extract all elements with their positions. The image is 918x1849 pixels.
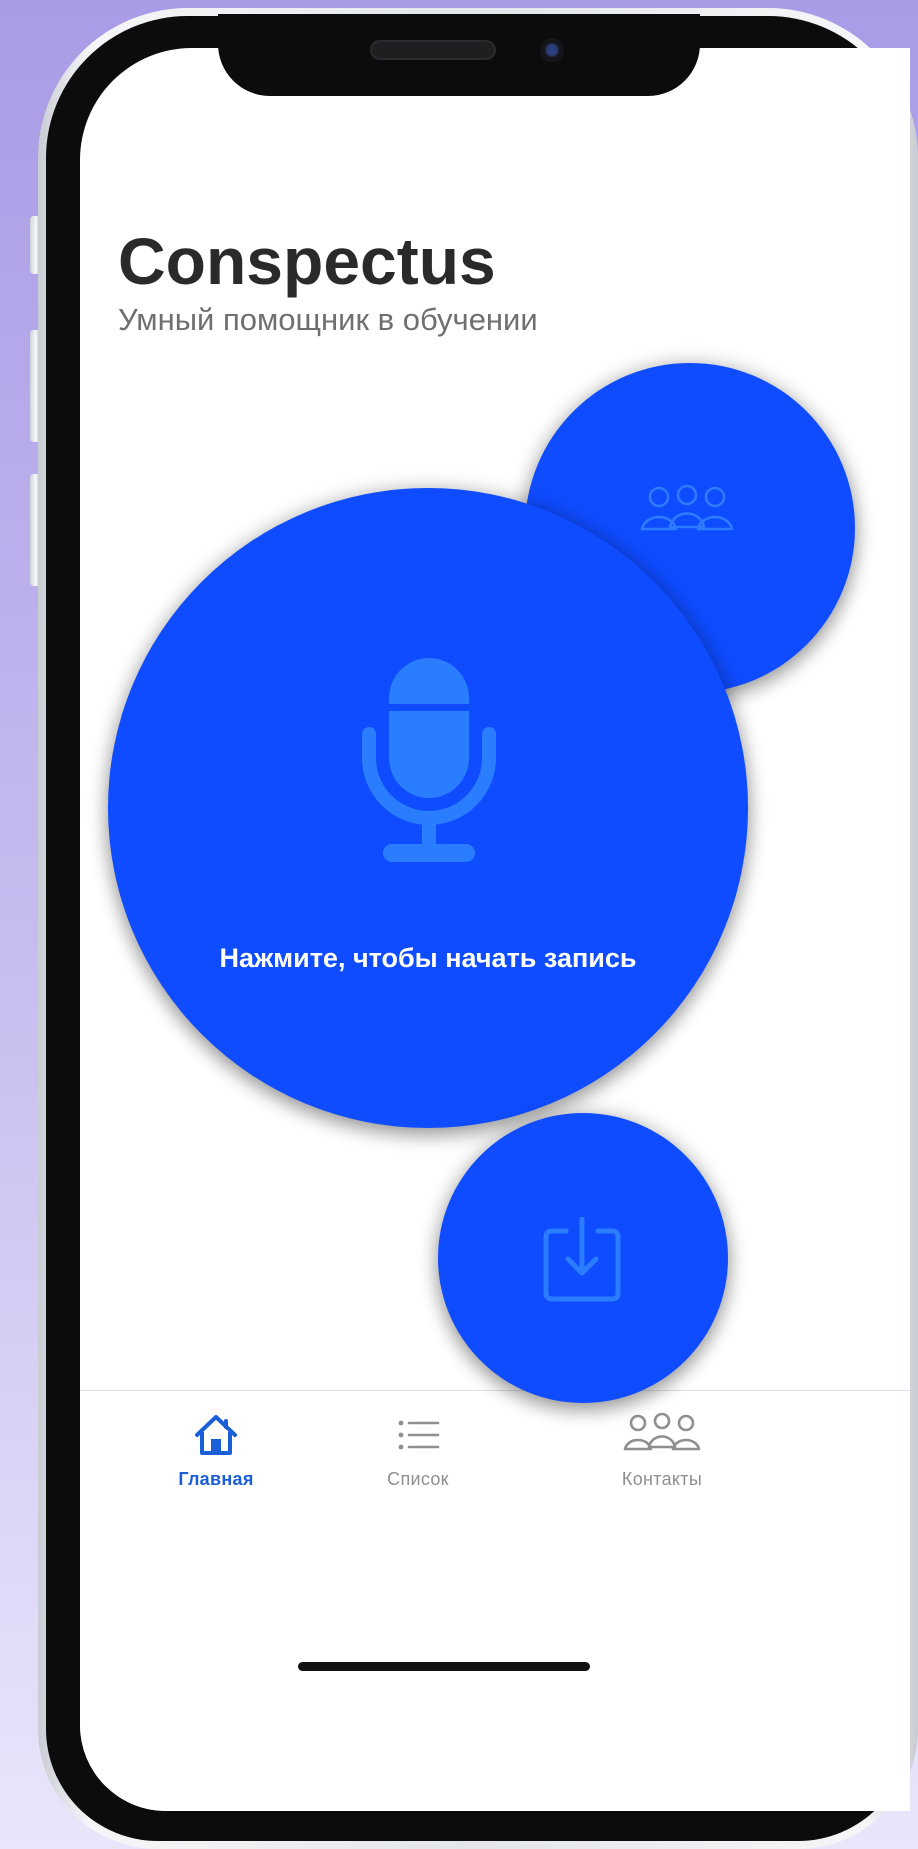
tab-contacts[interactable]: Контакты: [562, 1391, 762, 1501]
tab-contacts-label: Контакты: [621, 1469, 703, 1489]
house-icon: [195, 1415, 237, 1455]
record-label: Нажмите, чтобы начать запись: [219, 943, 637, 973]
phone-notch: [218, 14, 700, 96]
app-subtitle: Умный помощник в обучении: [118, 302, 538, 337]
import-bubble-button[interactable]: [438, 1113, 728, 1403]
phone-frame: Conspectus Умный помощник в обучении Гла…: [38, 8, 918, 1849]
tab-home[interactable]: Главная: [116, 1391, 316, 1501]
tab-list-label: Список: [387, 1469, 449, 1489]
contacts-icon: [640, 484, 734, 531]
home-indicator: [298, 1662, 590, 1671]
tab-list[interactable]: Список: [318, 1391, 518, 1501]
app-title: Conspectus: [118, 224, 496, 298]
tab-bar: Главная Список Контакты: [80, 1390, 910, 1811]
front-camera: [540, 38, 564, 62]
import-download-icon: [543, 1217, 621, 1302]
contacts-icon: [623, 1412, 701, 1451]
list-icon: [398, 1420, 440, 1450]
phone-bezel: Conspectus Умный помощник в обучении Гла…: [46, 14, 910, 1841]
tab-home-label: Главная: [178, 1469, 254, 1489]
speaker-grille: [370, 40, 496, 60]
app-screen: Conspectus Умный помощник в обучении Гла…: [80, 48, 910, 1811]
record-button[interactable]: Нажмите, чтобы начать запись: [108, 488, 748, 1128]
microphone-icon: [362, 658, 496, 862]
